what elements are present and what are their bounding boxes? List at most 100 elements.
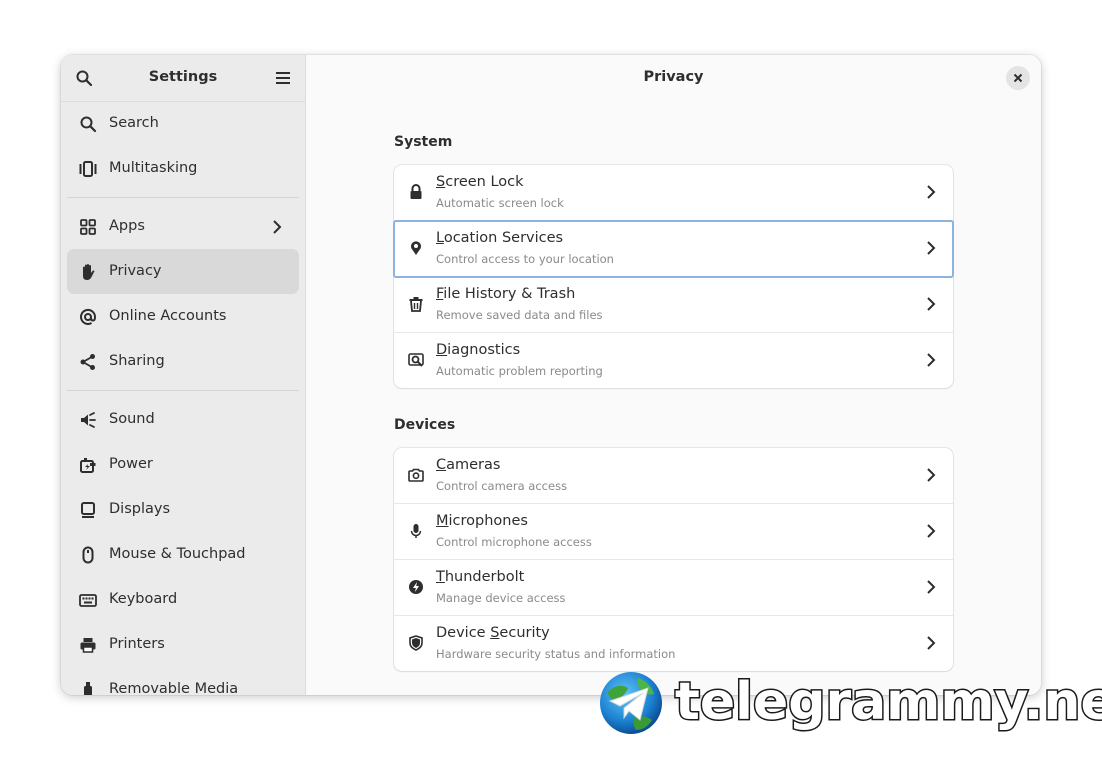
row-subtitle: Control microphone access — [436, 535, 592, 549]
sidebar-item-label: Displays — [109, 501, 171, 517]
row-title: Microphones — [436, 513, 528, 529]
watermark-text: telegrammy.net — [674, 671, 1102, 734]
chevron-right-icon — [927, 468, 936, 482]
sidebar-item-displays[interactable]: Displays — [67, 487, 299, 532]
sidebar-separator — [67, 197, 299, 198]
content-pane: Privacy System Screen Lock Automatic scr… — [306, 55, 1041, 695]
sidebar-item-label: Removable Media — [109, 681, 239, 695]
sidebar-item-online-accounts[interactable]: Online Accounts — [67, 294, 299, 339]
sidebar-item-label: Privacy — [109, 263, 162, 279]
sidebar-title: Settings — [148, 69, 218, 85]
system-card: Screen Lock Automatic screen lock Locati… — [393, 165, 954, 388]
sidebar-item-label: Multitasking — [109, 160, 198, 176]
display-icon — [81, 502, 95, 518]
sidebar-item-removable-media[interactable]: Removable Media — [67, 667, 299, 695]
sidebar: Settings Search Multitasking Apps Privac… — [61, 55, 306, 695]
close-button[interactable] — [1006, 66, 1030, 90]
sidebar-item-power[interactable]: Power — [67, 442, 299, 487]
share-icon — [80, 354, 95, 370]
sidebar-list: Search Multitasking Apps Privacy Online … — [61, 101, 305, 695]
mouse-icon — [82, 546, 94, 564]
row-device-security[interactable]: Device Security Hardware security status… — [394, 616, 953, 671]
sidebar-item-sharing[interactable]: Sharing — [67, 339, 299, 384]
microphone-icon — [410, 524, 422, 538]
chevron-right-icon — [927, 580, 936, 594]
row-location-services[interactable]: Location Services Control access to your… — [393, 220, 954, 278]
row-title: Diagnostics — [436, 342, 521, 358]
thunderbolt-icon — [409, 580, 423, 594]
chevron-right-icon — [927, 241, 936, 255]
camera-icon — [408, 468, 424, 482]
chevron-right-icon — [927, 353, 936, 367]
sidebar-item-label: Printers — [109, 636, 165, 652]
content-header: Privacy — [306, 55, 1041, 101]
keyboard-icon — [79, 594, 97, 607]
page-title: Privacy — [643, 69, 704, 85]
telegram-globe-icon — [600, 672, 662, 734]
hamburger-icon — [276, 72, 290, 84]
lock-icon — [410, 184, 422, 199]
row-subtitle: Control access to your location — [436, 252, 614, 266]
row-cameras[interactable]: Cameras Control camera access — [394, 448, 953, 504]
group-title-devices: Devices — [394, 417, 456, 433]
chevron-right-icon — [927, 524, 936, 538]
sidebar-item-label: Keyboard — [109, 591, 178, 607]
close-icon — [1013, 73, 1023, 83]
usb-icon — [84, 682, 92, 695]
sidebar-item-printers[interactable]: Printers — [67, 622, 299, 667]
group-title-system: System — [394, 134, 453, 150]
row-subtitle: Automatic problem reporting — [436, 364, 603, 378]
chevron-right-icon — [927, 636, 936, 650]
row-title: Cameras — [436, 457, 501, 473]
settings-window: Settings Search Multitasking Apps Privac… — [61, 55, 1041, 695]
search-icon — [80, 116, 97, 133]
row-title: Thunderbolt — [436, 569, 525, 585]
devices-card: Cameras Control camera access Microphone… — [394, 448, 953, 671]
row-subtitle: Automatic screen lock — [436, 196, 564, 210]
sidebar-item-label: Sound — [109, 411, 155, 427]
hand-icon — [83, 264, 95, 280]
sidebar-item-keyboard[interactable]: Keyboard — [67, 577, 299, 622]
row-microphones[interactable]: Microphones Control microphone access — [394, 504, 953, 560]
apps-icon — [80, 219, 96, 235]
sidebar-item-privacy[interactable]: Privacy — [67, 249, 299, 294]
row-title: Device Security — [436, 625, 550, 641]
multitasking-icon — [79, 161, 97, 177]
row-subtitle: Hardware security status and information — [436, 647, 676, 661]
sidebar-item-label: Mouse & Touchpad — [109, 546, 246, 562]
trash-icon — [409, 297, 423, 312]
sidebar-item-multitasking[interactable]: Multitasking — [67, 146, 299, 191]
diagnostics-icon — [408, 353, 424, 367]
chevron-right-icon — [927, 297, 936, 311]
sidebar-item-label: Power — [109, 456, 153, 472]
sidebar-item-mouse-touchpad[interactable]: Mouse & Touchpad — [67, 532, 299, 577]
row-file-history-trash[interactable]: File History & Trash Remove saved data a… — [394, 277, 953, 333]
row-title: Location Services — [436, 230, 564, 246]
row-thunderbolt[interactable]: Thunderbolt Manage device access — [394, 560, 953, 616]
shield-icon — [409, 635, 423, 651]
watermark: telegrammy.net — [598, 670, 1102, 736]
sidebar-item-label: Online Accounts — [109, 308, 227, 324]
sidebar-item-apps[interactable]: Apps — [67, 204, 299, 249]
row-subtitle: Manage device access — [436, 591, 566, 605]
row-subtitle: Remove saved data and files — [436, 308, 603, 322]
chevron-right-icon — [927, 185, 936, 199]
sidebar-separator — [67, 390, 299, 391]
row-screen-lock[interactable]: Screen Lock Automatic screen lock — [394, 165, 953, 221]
speaker-icon — [81, 412, 96, 428]
location-icon — [411, 241, 421, 255]
at-icon — [80, 308, 97, 325]
sidebar-item-sound[interactable]: Sound — [67, 397, 299, 442]
chevron-right-icon — [273, 220, 282, 234]
power-icon — [80, 458, 96, 473]
sidebar-item-label: Sharing — [109, 353, 165, 369]
sidebar-item-label: Apps — [109, 218, 145, 234]
row-title: File History & Trash — [436, 286, 576, 302]
main-menu-button[interactable] — [270, 65, 296, 91]
row-title: Screen Lock — [436, 174, 524, 190]
sidebar-item-label: Search — [109, 115, 159, 131]
row-diagnostics[interactable]: Diagnostics Automatic problem reporting — [394, 333, 953, 388]
sidebar-item-search[interactable]: Search — [67, 101, 299, 146]
sidebar-header: Settings — [61, 55, 305, 102]
row-subtitle: Control camera access — [436, 479, 568, 493]
